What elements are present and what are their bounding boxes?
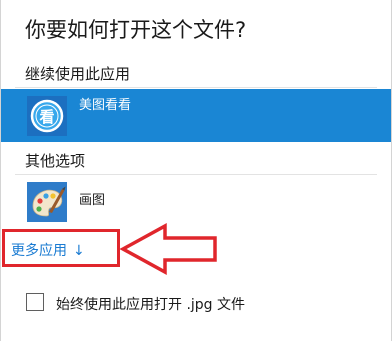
open-with-dialog: 你要如何打开这个文件? 继续使用此应用 看 美图看看 其他选项 画图 更多应用 ↓ [0,0,392,341]
app-name-paint: 画图 [79,193,106,208]
always-use-label: 始终使用此应用打开 .jpg 文件 [56,297,246,313]
divider [15,174,377,175]
annotation-highlight-box [2,229,120,267]
always-use-checkbox[interactable] [26,293,44,311]
app-option-meitu[interactable]: 看 美图看看 [1,89,391,142]
app-name-meitu: 美图看看 [79,98,132,113]
paint-palette-icon [27,182,67,222]
dialog-title: 你要如何打开这个文件? [25,18,247,42]
meitu-kankan-icon: 看 [27,96,67,136]
divider [15,87,377,88]
annotation-arrow-icon [119,223,217,275]
continue-section-label: 继续使用此应用 [25,65,131,83]
svg-text:看: 看 [39,108,54,126]
other-section-label: 其他选项 [25,152,86,170]
app-option-paint[interactable]: 画图 [1,178,391,226]
